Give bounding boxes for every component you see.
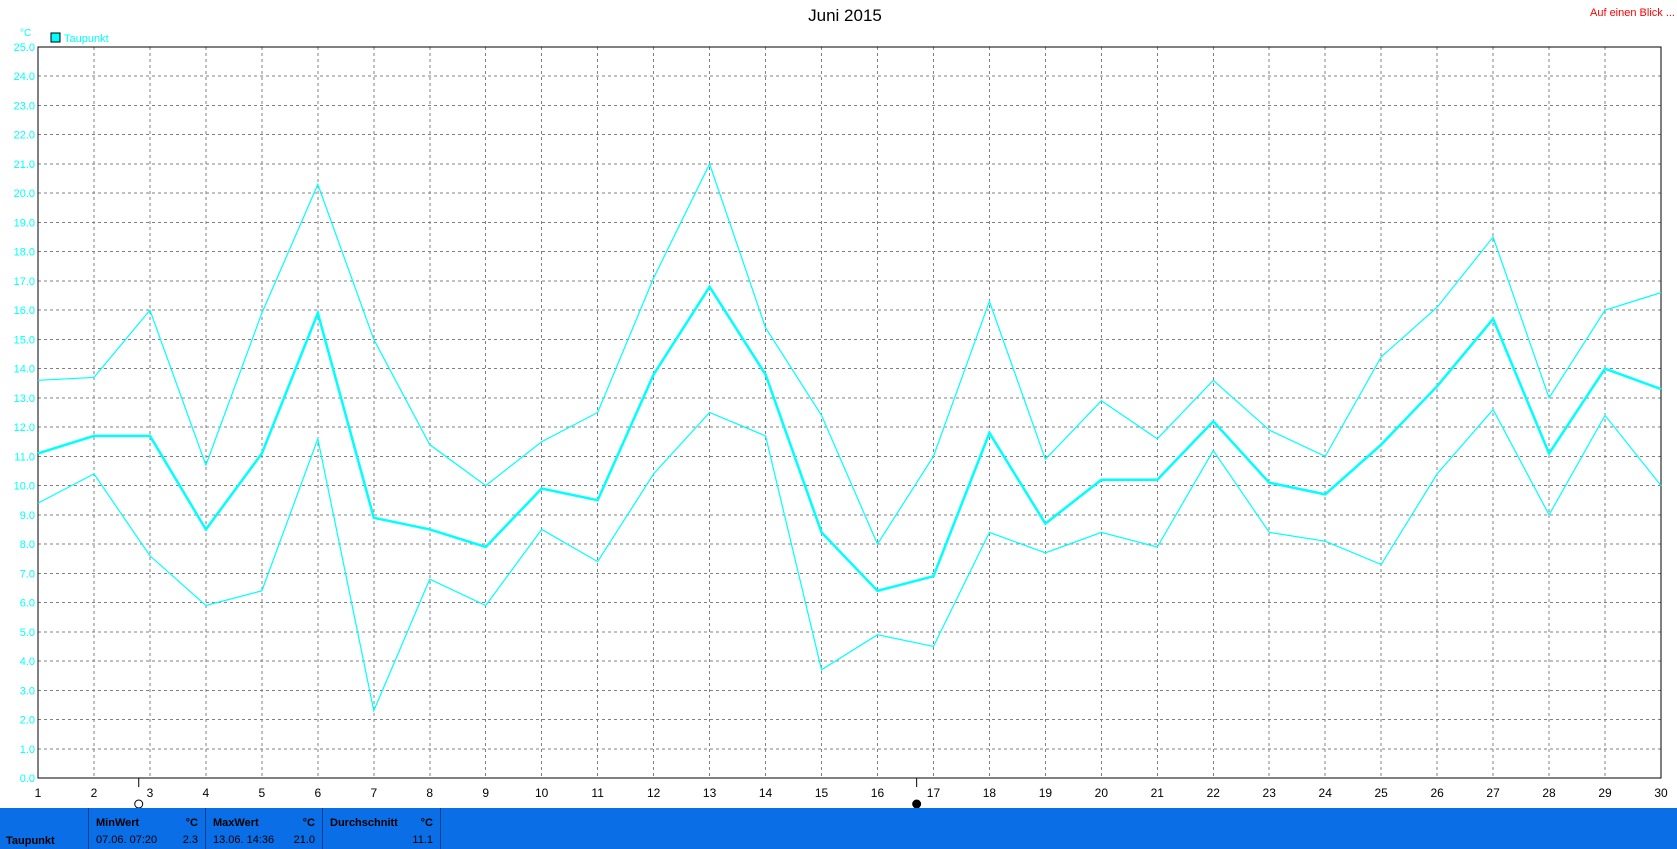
average-value-cell: Durchschnitt °C 11.1 — [322, 808, 440, 849]
footer-row-label: Taupunkt — [6, 835, 55, 847]
x-tick-label: 6 — [314, 786, 321, 800]
x-tick-label: 26 — [1430, 786, 1444, 800]
dewpoint-chart: 0.01.02.03.04.05.06.07.08.09.010.011.012… — [14, 6, 1675, 808]
x-tick-label: 16 — [871, 786, 885, 800]
x-tick-label: 27 — [1486, 786, 1500, 800]
series-line-avg — [37, 284, 1662, 593]
y-tick-label: 4.0 — [20, 656, 35, 668]
y-tick-label: 12.0 — [14, 422, 35, 434]
full-moon-icon — [134, 799, 144, 808]
min-timestamp: 07.06. 07:20 — [96, 834, 158, 846]
avg-unit: °C — [420, 817, 433, 829]
y-tick-label: 9.0 — [20, 510, 35, 522]
y-tick-label: 11.0 — [14, 451, 35, 463]
footer-divider — [440, 808, 441, 849]
y-tick-label: 1.0 — [20, 744, 35, 756]
x-tick-label: 4 — [203, 786, 210, 800]
x-tick-label: 23 — [1263, 786, 1277, 800]
y-tick-label: 13.0 — [14, 393, 35, 405]
y-tick-label: 17.0 — [14, 276, 35, 288]
x-tick-label: 9 — [482, 786, 489, 800]
y-tick-label: 16.0 — [14, 305, 35, 317]
x-tick-label: 7 — [370, 786, 377, 800]
series-line-max — [37, 162, 1662, 546]
y-tick-label: 7.0 — [20, 568, 35, 580]
x-tick-label: 8 — [426, 786, 433, 800]
max-unit: °C — [302, 817, 315, 829]
x-tick-label: 10 — [535, 786, 549, 800]
y-tick-label: 5.0 — [20, 627, 35, 639]
y-tick-label: 20.0 — [14, 188, 35, 200]
y-tick-label: 15.0 — [14, 334, 35, 346]
y-tick-label: 10.0 — [14, 481, 35, 493]
avg-value: 11.1 — [412, 834, 433, 846]
new-moon-icon — [912, 799, 922, 808]
y-axis-unit: °C — [20, 28, 31, 39]
chart-title: Juni 2015 — [808, 6, 882, 25]
x-tick-label: 24 — [1319, 786, 1333, 800]
max-timestamp: 13.06. 14:36 — [213, 834, 275, 846]
x-tick-label: 18 — [983, 786, 997, 800]
y-tick-label: 22.0 — [14, 130, 35, 142]
x-tick-label: 30 — [1654, 786, 1668, 800]
y-tick-label: 25.0 — [14, 42, 35, 54]
min-value-cell: MinWert °C 07.06. 07:20 2.3 — [88, 808, 205, 849]
y-tick-label: 8.0 — [20, 539, 35, 551]
x-tick-label: 17 — [927, 786, 941, 800]
legend-swatch — [50, 32, 61, 43]
min-unit: °C — [185, 817, 198, 829]
plot-frame — [37, 46, 1662, 779]
x-tick-label: 22 — [1207, 786, 1221, 800]
x-tick-label: 1 — [35, 786, 42, 800]
x-tick-label: 15 — [815, 786, 829, 800]
y-tick-label: 24.0 — [14, 71, 35, 83]
x-tick-label: 21 — [1151, 786, 1165, 800]
x-tick-label: 12 — [647, 786, 661, 800]
y-tick-label: 18.0 — [14, 247, 35, 259]
x-tick-label: 11 — [591, 786, 604, 800]
y-tick-label: 6.0 — [20, 598, 35, 610]
max-value-cell: MaxWert °C 13.06. 14:36 21.0 — [205, 808, 322, 849]
max-value: 21.0 — [293, 834, 315, 846]
legend-label: Taupunkt — [64, 33, 109, 45]
x-tick-label: 20 — [1095, 786, 1109, 800]
y-tick-label: 21.0 — [14, 159, 35, 171]
min-value: 2.3 — [182, 834, 198, 846]
min-header: MinWert — [96, 817, 140, 829]
summary-footer: Taupunkt MinWert °C 07.06. 07:20 2.3 Max… — [0, 808, 1677, 849]
y-tick-label: 0.0 — [20, 773, 35, 785]
x-tick-label: 25 — [1374, 786, 1388, 800]
y-tick-label: 14.0 — [14, 364, 35, 376]
y-tick-label: 2.0 — [20, 715, 35, 727]
avg-header: Durchschnitt — [330, 817, 398, 829]
y-tick-label: 23.0 — [14, 100, 35, 112]
max-header: MaxWert — [213, 817, 259, 829]
x-tick-label: 14 — [759, 786, 773, 800]
corner-link: Auf einen Blick ... — [1590, 7, 1675, 19]
y-tick-label: 19.0 — [14, 217, 35, 229]
x-tick-label: 13 — [703, 786, 717, 800]
x-tick-label: 29 — [1598, 786, 1612, 800]
x-tick-label: 3 — [147, 786, 154, 800]
x-tick-label: 28 — [1542, 786, 1556, 800]
x-tick-label: 2 — [91, 786, 98, 800]
y-tick-label: 3.0 — [20, 685, 35, 697]
x-tick-label: 19 — [1039, 786, 1053, 800]
x-tick-label: 5 — [259, 786, 266, 800]
